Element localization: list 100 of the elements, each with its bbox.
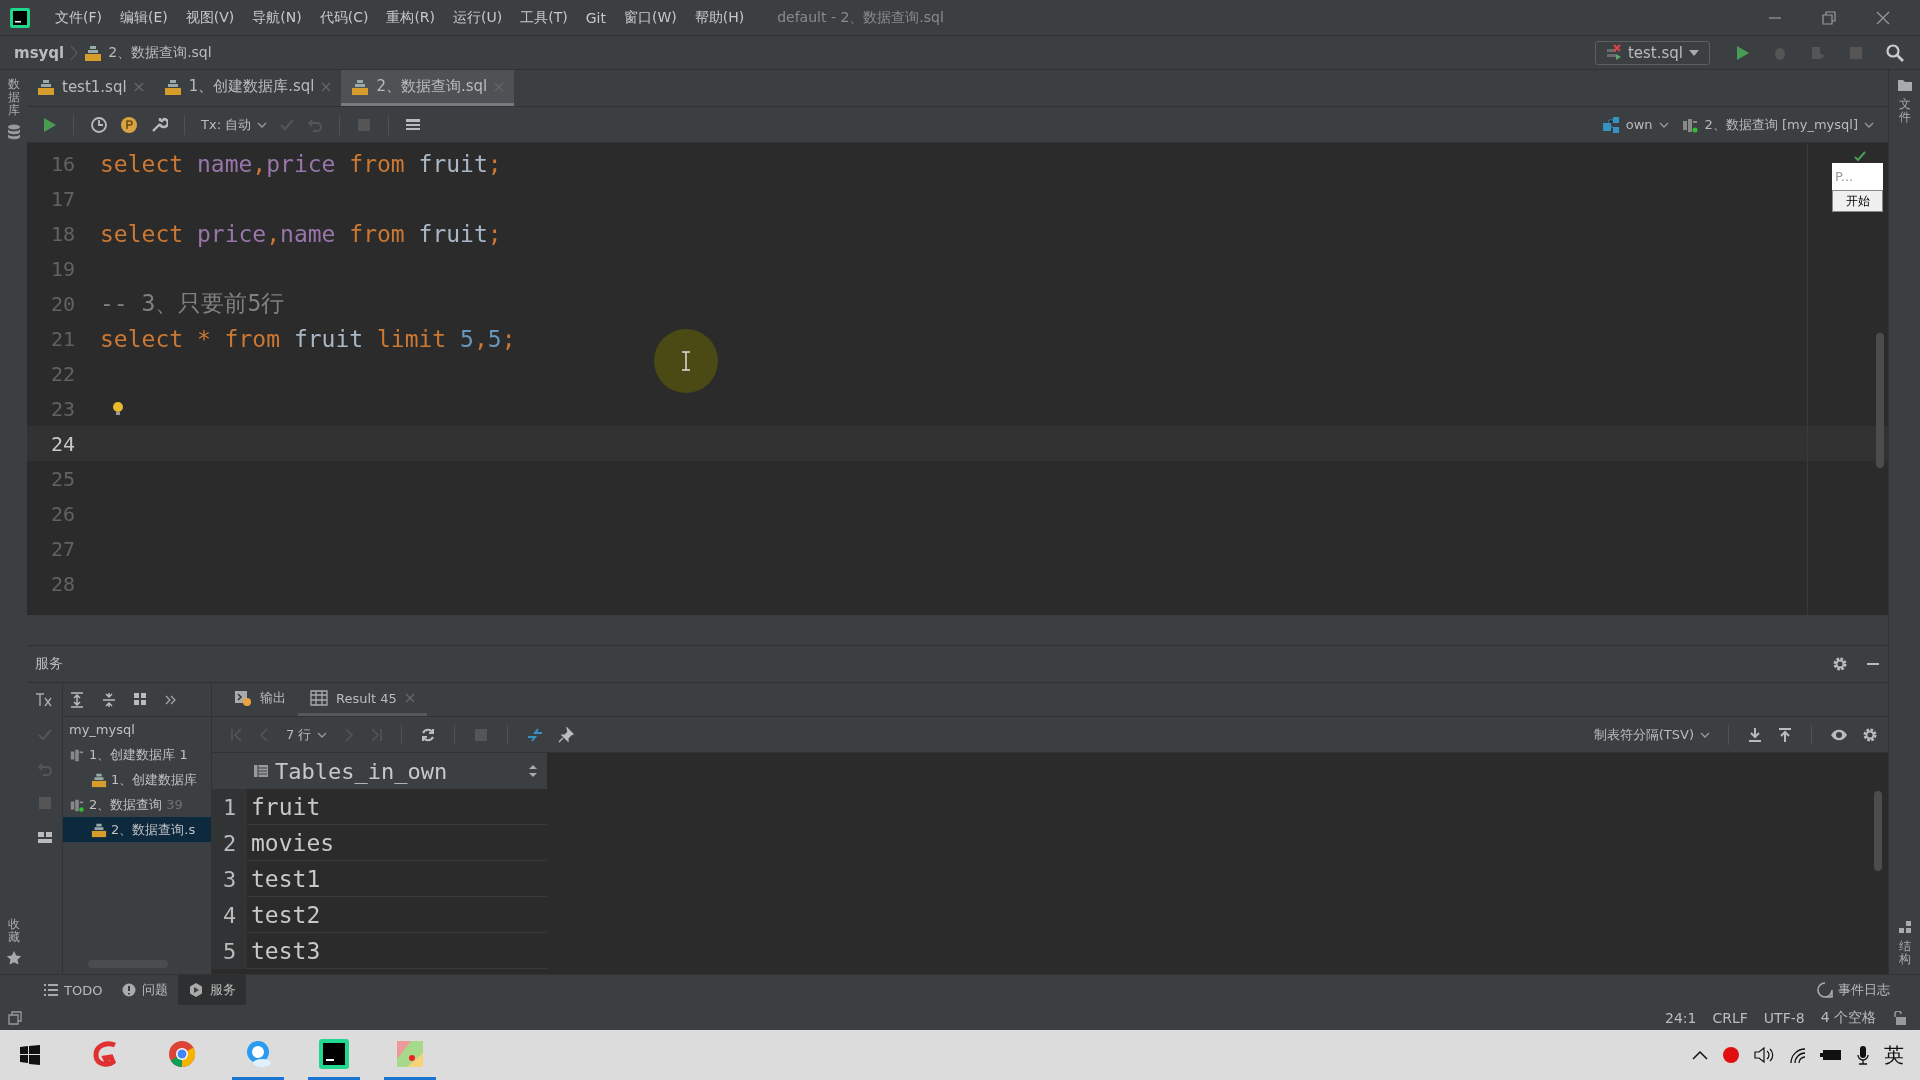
line-number: 24 — [49, 431, 75, 456]
files-tool-label[interactable]: 文件 — [1898, 98, 1911, 125]
database-tool-label[interactable]: 数据库 — [7, 78, 20, 118]
lightbulb-icon[interactable] — [112, 400, 124, 417]
status-item[interactable]: UTF-8 — [1763, 1009, 1805, 1026]
search-icon[interactable] — [1886, 43, 1904, 62]
menu-item[interactable]: Git — [576, 9, 615, 26]
tab-label: Result 45 — [336, 690, 397, 706]
upload-icon[interactable] — [1777, 726, 1793, 743]
refresh-icon[interactable] — [420, 726, 437, 743]
menu-item[interactable]: 导航(N) — [243, 8, 311, 27]
battery-icon[interactable] — [1820, 1049, 1842, 1061]
menu-item[interactable]: 文件(F) — [46, 8, 111, 27]
status-item[interactable]: CRLF — [1712, 1009, 1748, 1026]
expand-all-icon[interactable] — [69, 691, 85, 708]
favorites-tool-label[interactable]: 收藏 — [7, 917, 20, 944]
menu-item[interactable]: 帮助(H) — [685, 8, 754, 27]
sql-file-icon — [351, 77, 370, 96]
menu-item[interactable]: 代码(C) — [310, 8, 378, 27]
line-number: 20 — [49, 291, 75, 316]
start-button[interactable]: 开始 — [1832, 190, 1883, 212]
code-line: select name,price from fruit; — [100, 150, 502, 177]
page-size-dropdown[interactable]: 7 行 — [286, 725, 328, 744]
run-config-dropdown[interactable]: test.sql — [1594, 40, 1710, 65]
more-icon[interactable] — [165, 694, 177, 705]
session-dropdown[interactable]: 2、数据查询 [my_mysql] — [1680, 115, 1874, 134]
table-cell[interactable]: test1 — [247, 861, 547, 897]
tool-window-button[interactable]: 问题 — [112, 975, 179, 1005]
scrollbar-thumb[interactable] — [1876, 333, 1884, 468]
menu-item[interactable]: 重构(R) — [377, 8, 445, 27]
editor-tab[interactable]: 2、数据查询.sql — [341, 70, 515, 106]
unlock-icon[interactable] — [1892, 1010, 1906, 1025]
line-number: 18 — [49, 221, 75, 246]
line-number: 19 — [49, 256, 75, 281]
code-line: select * from fruit limit 5,5; — [100, 325, 516, 352]
transaction-mode-dropdown[interactable]: Tx: 自动 — [201, 115, 268, 134]
caret-icon — [1689, 49, 1699, 56]
record-icon[interactable] — [1722, 1046, 1740, 1064]
tree-item[interactable]: 1、创建数据库 — [63, 767, 211, 792]
layout-icon[interactable] — [36, 829, 53, 845]
input-method-indicator[interactable]: 英 — [1884, 1041, 1904, 1069]
star-icon[interactable] — [5, 950, 22, 966]
table-cell[interactable]: test3 — [247, 933, 547, 969]
chevron-down-icon — [1658, 121, 1669, 128]
chevron-down-icon — [317, 731, 328, 738]
parameter-icon[interactable] — [120, 115, 138, 134]
pin-icon[interactable] — [558, 726, 575, 743]
sort-icon[interactable] — [529, 765, 537, 777]
wrench-icon[interactable] — [150, 115, 168, 134]
structure-icon[interactable] — [1897, 919, 1912, 934]
menu-item[interactable]: 运行(U) — [444, 8, 512, 27]
scrollbar-thumb[interactable] — [1874, 791, 1882, 871]
settings-icon[interactable] — [1862, 726, 1878, 743]
editor-tab[interactable]: 1、创建数据库.sql — [153, 70, 342, 106]
menu-item[interactable]: 编辑(E) — [111, 8, 177, 27]
microphone-icon[interactable] — [1856, 1045, 1870, 1065]
tab-label: 2、数据查询.sql — [376, 77, 488, 96]
chrome-icon — [167, 1038, 197, 1069]
close-icon[interactable] — [1876, 10, 1890, 25]
breadcrumb-file[interactable]: 2、数据查询.sql — [108, 43, 212, 62]
structure-tool-label[interactable]: 结构 — [1898, 939, 1911, 966]
tree-item[interactable]: 1、创建数据库 1 — [63, 742, 211, 767]
status-item[interactable]: 4 个空格 — [1820, 1008, 1876, 1027]
table-cell[interactable]: fruit — [247, 789, 547, 825]
settings-icon[interactable] — [1832, 656, 1848, 672]
result-tab[interactable]: Result 45 — [298, 683, 427, 716]
history-icon[interactable] — [90, 115, 108, 134]
group-icon[interactable] — [133, 691, 149, 708]
table-cell[interactable]: movies — [247, 825, 547, 861]
run-icon[interactable] — [1734, 44, 1750, 61]
table-cell[interactable]: test2 — [247, 897, 547, 933]
output-layout-icon[interactable] — [405, 116, 422, 133]
panel-toggle-icon[interactable] — [8, 1010, 22, 1025]
speaker-icon[interactable] — [1754, 1046, 1774, 1064]
status-item[interactable]: 24:1 — [1665, 1009, 1697, 1026]
sql-file-icon — [91, 771, 107, 788]
tool-window-button[interactable]: TODO — [34, 975, 113, 1005]
export-format-dropdown[interactable]: 制表符分隔(TSV) — [1593, 725, 1710, 744]
database-icon[interactable] — [6, 123, 21, 140]
wifi-icon[interactable] — [1788, 1046, 1806, 1064]
restore-icon[interactable] — [1822, 10, 1836, 25]
column-header[interactable]: Tables_in_own — [247, 753, 547, 789]
tree-item-label: 2、数据查询 — [89, 795, 163, 814]
windows-start-icon[interactable] — [20, 1045, 40, 1065]
chevron-up-icon[interactable] — [1692, 1050, 1708, 1060]
menu-item[interactable]: 工具(T) — [511, 8, 577, 27]
result-tab[interactable]: 输出 — [222, 683, 298, 716]
menu-item[interactable]: 窗口(W) — [614, 8, 686, 27]
collapse-all-icon[interactable] — [101, 691, 117, 708]
event-log-button[interactable]: 事件日志 — [1817, 981, 1890, 999]
download-icon[interactable] — [1747, 726, 1763, 743]
run-icon[interactable] — [41, 116, 57, 133]
tree-item[interactable]: 2、数据查询.s — [63, 817, 211, 842]
schema-dropdown[interactable]: own — [1601, 115, 1669, 134]
tree-item[interactable]: my_mysql — [63, 717, 211, 742]
tool-window-button[interactable]: 服务 — [178, 975, 247, 1005]
menu-item[interactable]: 视图(V) — [176, 8, 244, 27]
folder-icon[interactable] — [1896, 78, 1913, 92]
breadcrumb-project[interactable]: msyql — [14, 43, 65, 62]
editor-tab[interactable]: test1.sql — [27, 70, 154, 106]
